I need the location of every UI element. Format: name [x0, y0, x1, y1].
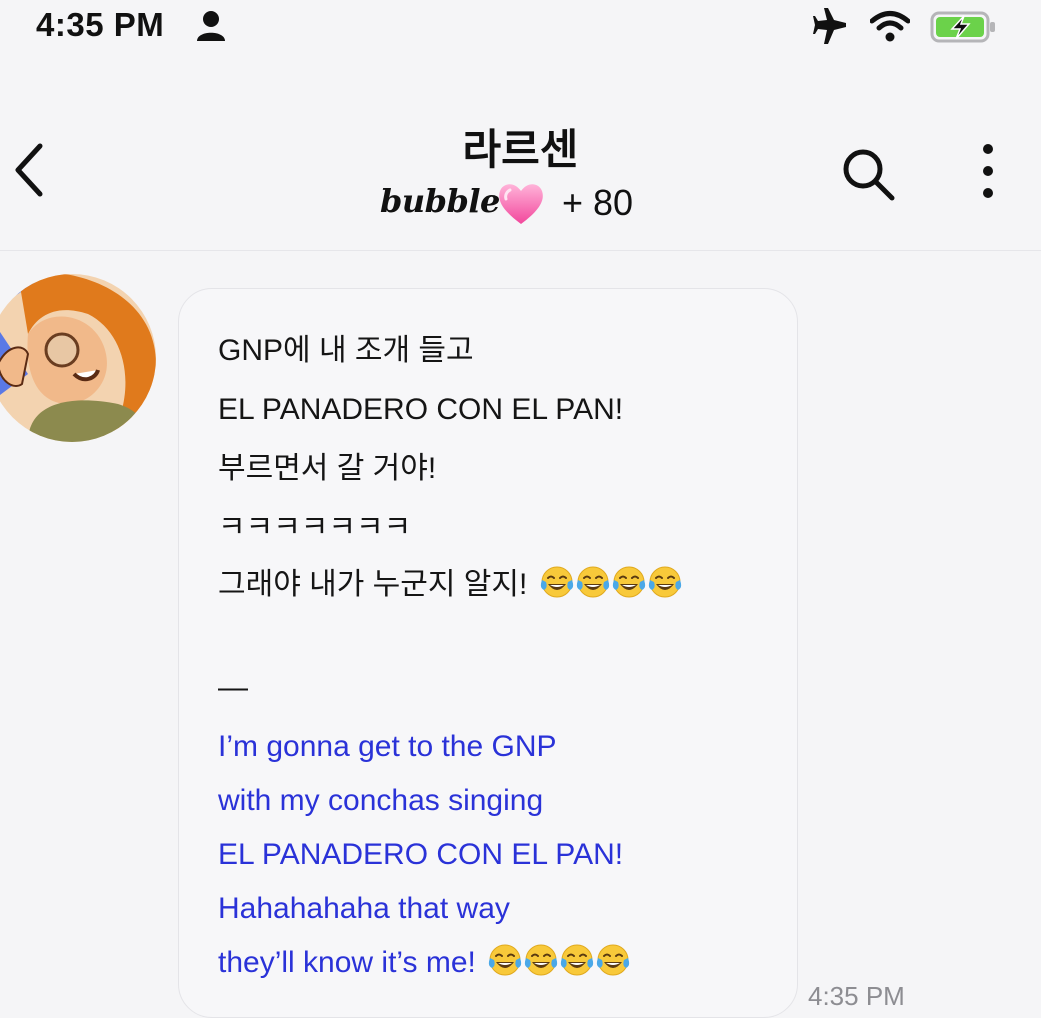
chat-header: 라르센 bubble + 80 — [0, 60, 1041, 251]
status-time: 4:35 PM — [36, 6, 165, 43]
bubble-logo: bubble — [380, 182, 500, 220]
message-line-korean: 부르면서 갈 거야! — [218, 452, 437, 485]
more-options-button[interactable] — [972, 140, 1004, 202]
message-line-korean: ㅋㅋㅋㅋㅋㅋㅋ — [218, 511, 412, 544]
airplane-icon — [810, 8, 850, 49]
message-separator: — — [218, 671, 248, 704]
message-line-korean: GNP에 내 조개 들고 — [218, 334, 474, 367]
message-line-korean: EL PANADERO CON EL PAN! — [218, 393, 624, 426]
tears-of-joy-emoji-icon — [612, 566, 645, 598]
tears-of-joy-emoji-icon — [576, 566, 609, 598]
message-line-english: with my conchas singing — [218, 784, 544, 817]
message-line-english-last: they’ll know it’s me! — [218, 943, 632, 989]
more-vertical-icon — [983, 144, 993, 198]
tears-of-joy-emoji-icon — [561, 944, 594, 976]
message-line-korean-last: 그래야 내가 누군지 알지! — [218, 565, 684, 611]
message-timestamp: 4:35 PM — [808, 981, 905, 1011]
message-line-english: Hahahahaha that way — [218, 892, 510, 925]
pink-heart-icon — [496, 180, 546, 231]
battery-charging-icon — [930, 10, 998, 49]
message-line-english: they’ll know it’s me! — [218, 946, 476, 979]
tears-of-joy-emoji-icon — [540, 566, 573, 598]
status-bar: 4:35 PM — [0, 0, 1041, 60]
message-line-english: I’m gonna get to the GNP — [218, 730, 557, 763]
tears-of-joy-emoji-icon — [648, 566, 681, 598]
message-line-english: EL PANADERO CON EL PAN! — [218, 838, 624, 871]
wifi-icon — [869, 10, 911, 47]
laughing-emoji-row-english — [488, 944, 632, 989]
tears-of-joy-emoji-icon — [597, 944, 630, 976]
tears-of-joy-emoji-icon — [525, 944, 558, 976]
search-icon — [843, 149, 895, 201]
laughing-emoji-row-korean — [540, 566, 684, 611]
person-icon — [196, 10, 226, 47]
search-button[interactable] — [838, 144, 898, 209]
member-count: + 80 — [562, 182, 634, 223]
tears-of-joy-emoji-icon — [489, 944, 522, 976]
sender-avatar[interactable] — [0, 274, 156, 442]
message-line-korean: 그래야 내가 누군지 알지! — [218, 568, 528, 601]
